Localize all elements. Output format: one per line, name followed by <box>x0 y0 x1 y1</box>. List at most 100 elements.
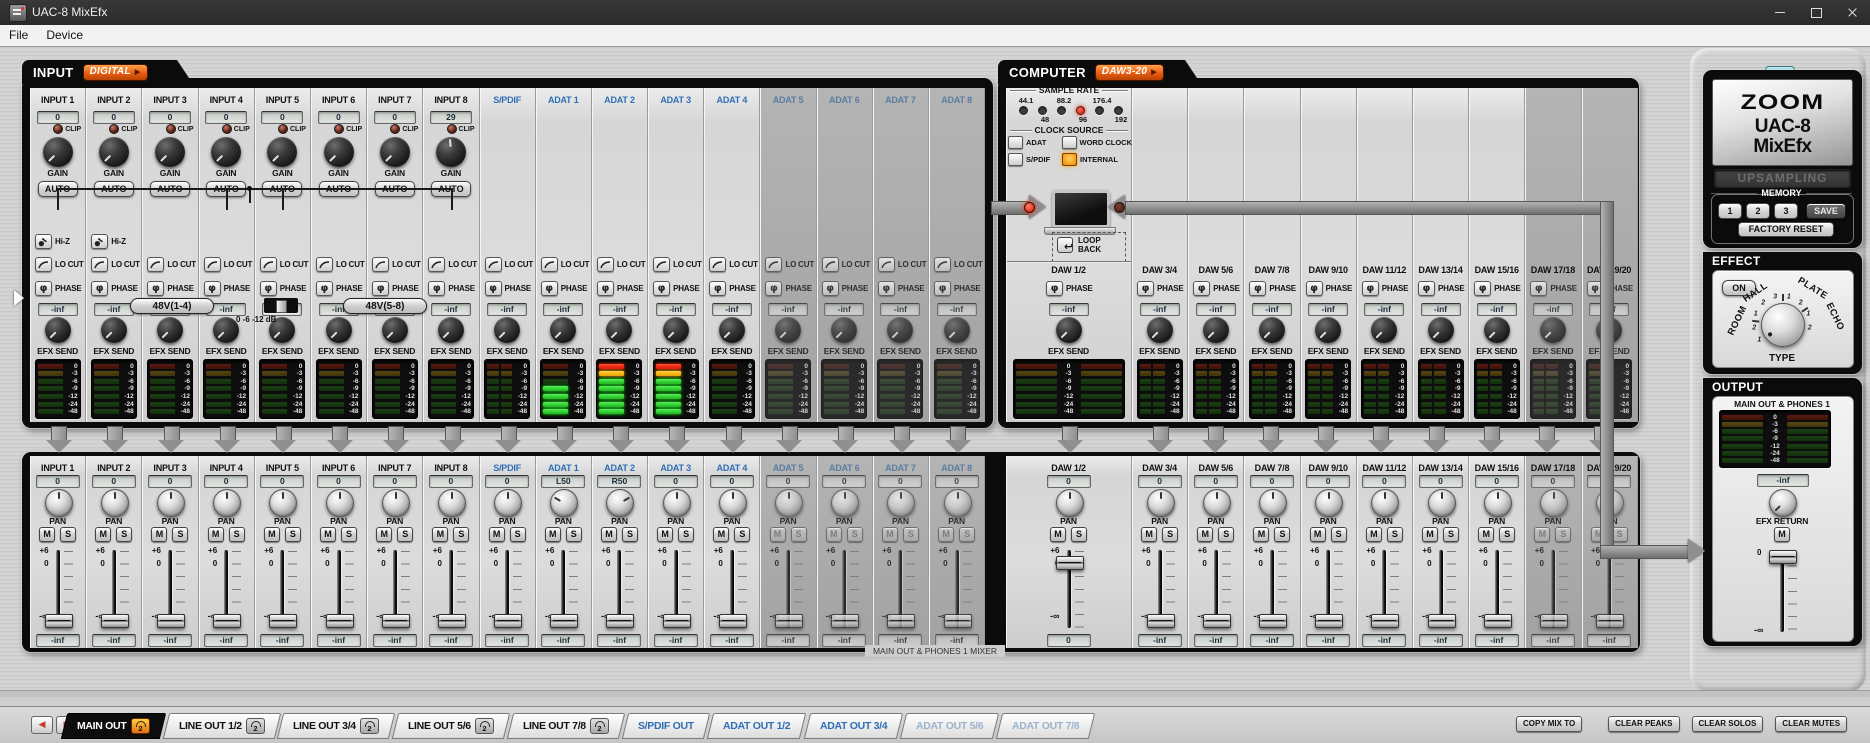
daw-badge[interactable]: DAW3-20 ▶ <box>1095 64 1164 81</box>
mute-button[interactable]: M <box>938 527 955 542</box>
solo-button[interactable]: S <box>116 527 133 542</box>
locut-toggle[interactable]: LO CUT <box>540 257 589 272</box>
fader-handle[interactable] <box>662 614 691 628</box>
hiz-toggle[interactable]: Hi-Z <box>91 234 126 249</box>
phase-toggle[interactable]: φ PHASE <box>428 281 475 296</box>
pan-knob[interactable] <box>494 489 523 517</box>
pan-knob[interactable] <box>269 489 298 517</box>
mixer-tab[interactable]: S/PDIF OUT <box>621 713 711 739</box>
solo-button[interactable]: S <box>1499 527 1516 542</box>
efx-send-knob[interactable] <box>606 317 633 343</box>
samplerate-led[interactable] <box>1094 106 1104 115</box>
fader-handle[interactable] <box>1146 614 1175 628</box>
mute-button[interactable]: M <box>432 527 449 542</box>
phase-toggle[interactable]: φ PHASE <box>1305 281 1352 296</box>
locut-toggle[interactable]: LO CUT <box>315 257 365 272</box>
efx-send-knob[interactable] <box>1258 317 1285 343</box>
efx-send-knob[interactable] <box>1371 317 1398 343</box>
mute-button[interactable]: M <box>544 527 561 542</box>
phase-toggle[interactable]: φ PHASE <box>203 281 250 296</box>
phase-toggle[interactable]: φ PHASE <box>1193 281 1240 296</box>
fader-handle[interactable] <box>269 614 298 628</box>
gain-knob[interactable] <box>98 137 129 167</box>
fader-handle[interactable] <box>1427 614 1456 628</box>
efx-send-knob[interactable] <box>1202 317 1229 343</box>
locut-toggle[interactable]: LO CUT <box>372 257 421 272</box>
memory-1-button[interactable]: 1 <box>1718 203 1742 219</box>
phase-toggle[interactable]: φ PHASE <box>91 281 138 296</box>
pan-knob[interactable] <box>1315 489 1344 517</box>
pan-knob[interactable] <box>100 489 129 517</box>
solo-button[interactable]: S <box>846 527 863 542</box>
phase-toggle[interactable]: φ PHASE <box>315 281 363 296</box>
pan-knob[interactable] <box>1539 489 1568 517</box>
loopback-button[interactable]: ↩ <box>1057 237 1073 253</box>
mute-button[interactable]: M <box>1478 527 1495 542</box>
mute-button[interactable]: M <box>825 527 842 542</box>
maximize-button[interactable] <box>1798 0 1834 25</box>
mute-button[interactable]: M <box>1365 527 1382 542</box>
phase-toggle[interactable]: φ PHASE <box>540 281 587 296</box>
pan-knob[interactable] <box>606 489 635 517</box>
mute-button[interactable]: M <box>881 527 898 542</box>
upsampling-button[interactable]: UPSAMPLING <box>1714 169 1851 188</box>
factory-reset-button[interactable]: FACTORY RESET <box>1738 222 1834 237</box>
efx-send-knob[interactable] <box>718 317 745 343</box>
fader-handle[interactable] <box>437 614 466 628</box>
auto-gain-button[interactable]: AUTO <box>149 181 190 197</box>
fader-handle[interactable] <box>100 614 129 628</box>
mixer-tab[interactable]: LINE OUT 7/8 2 <box>507 713 626 739</box>
phase-toggle[interactable]: φ PHASE <box>1361 281 1409 296</box>
phase-toggle[interactable]: φ PHASE <box>709 281 756 296</box>
pan-knob[interactable] <box>325 489 354 517</box>
mixer-tab[interactable]: LINE OUT 5/6 2 <box>392 713 511 739</box>
pan-knob[interactable] <box>213 489 242 517</box>
phase-toggle[interactable]: φ PHASE <box>1249 281 1296 296</box>
mixer-tab[interactable]: LINE OUT 3/4 2 <box>277 713 396 739</box>
gain-knob[interactable] <box>267 137 298 167</box>
samplerate-led[interactable] <box>1056 106 1066 115</box>
output-fader-handle[interactable] <box>1769 550 1797 564</box>
efx-send-knob[interactable] <box>1483 317 1510 343</box>
pan-knob[interactable] <box>887 489 916 517</box>
pan-knob[interactable] <box>1371 489 1400 517</box>
efx-send-knob[interactable] <box>156 317 183 343</box>
mixer-tab[interactable]: ADAT OUT 5/6 <box>899 713 1000 739</box>
locut-toggle[interactable]: LO CUT <box>596 257 646 272</box>
locut-toggle[interactable]: LO CUT <box>709 257 758 272</box>
mute-button[interactable]: M <box>488 527 505 542</box>
phase-toggle[interactable]: φ PHASE <box>484 281 531 296</box>
mixer-action-button[interactable]: COPY MIX TO <box>1516 716 1583 732</box>
tab-scroll-left-button[interactable]: ◀ <box>31 716 53 734</box>
mute-button[interactable]: M <box>95 527 112 542</box>
pad-switch[interactable] <box>264 298 298 313</box>
mute-button[interactable]: M <box>207 527 224 542</box>
efx-send-knob[interactable] <box>1539 317 1566 343</box>
efx-send-knob[interactable] <box>550 317 577 343</box>
mute-button[interactable]: M <box>376 527 393 542</box>
close-button[interactable] <box>1834 0 1870 25</box>
pan-knob[interactable] <box>156 489 185 517</box>
solo-button[interactable]: S <box>902 527 919 542</box>
mixer-tab[interactable]: MAIN OUT 2 <box>60 713 166 739</box>
efx-send-knob[interactable] <box>494 317 521 343</box>
pan-knob[interactable] <box>1483 489 1512 517</box>
efx-send-knob[interactable] <box>269 317 296 343</box>
phase-toggle[interactable]: φ PHASE <box>1530 281 1577 296</box>
fader-handle[interactable] <box>831 614 860 628</box>
memory-3-button[interactable]: 3 <box>1774 203 1798 219</box>
efx-send-knob[interactable] <box>437 317 464 343</box>
mute-button[interactable]: M <box>1534 527 1551 542</box>
solo-button[interactable]: S <box>341 527 358 542</box>
phase-toggle[interactable]: φ PHASE <box>653 281 700 296</box>
efx-return-knob[interactable] <box>1769 489 1797 517</box>
samplerate-led[interactable] <box>1018 106 1028 115</box>
pan-knob[interactable] <box>775 489 804 517</box>
pan-knob[interactable] <box>831 489 860 517</box>
gain-knob[interactable] <box>154 137 185 167</box>
phase-toggle[interactable]: φ PHASE <box>1474 281 1521 296</box>
efx-send-knob[interactable] <box>1427 317 1454 343</box>
auto-gain-button[interactable]: AUTO <box>206 181 247 197</box>
fader-handle[interactable] <box>325 614 354 628</box>
pan-knob[interactable] <box>1427 489 1456 517</box>
